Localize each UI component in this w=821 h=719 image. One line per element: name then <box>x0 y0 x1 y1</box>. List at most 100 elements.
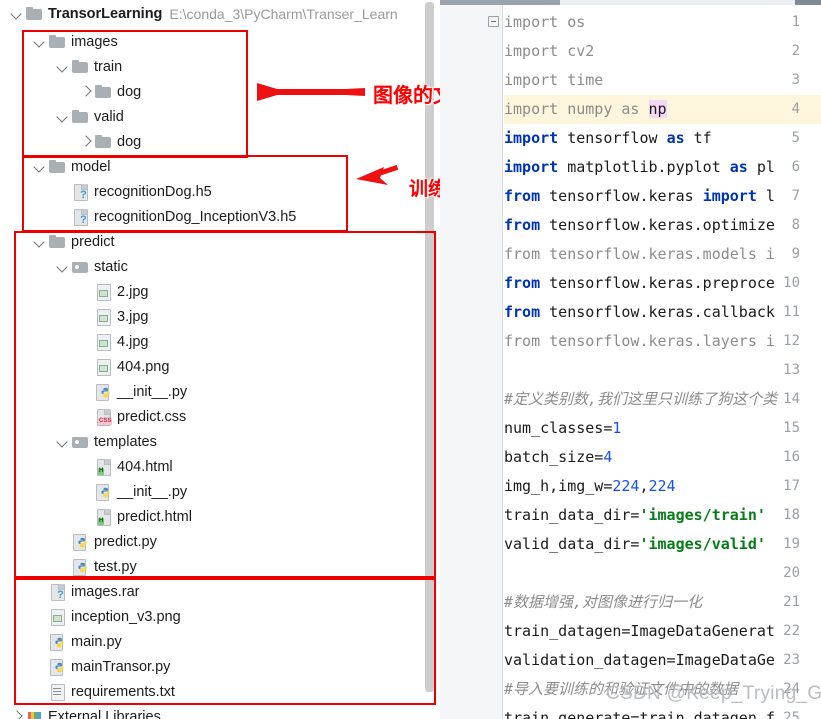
editor-code-line[interactable]: train_data_dir='images/train' <box>504 501 766 530</box>
tree-row[interactable]: static <box>0 254 128 279</box>
arrow-model-location <box>356 165 399 185</box>
tree-row[interactable]: images <box>0 29 118 54</box>
editor-code-line[interactable]: num_classes=1 <box>504 414 621 443</box>
chevron-right-icon[interactable] <box>10 710 23 719</box>
tree-item-label: 4.jpg <box>117 333 149 350</box>
chevron-down-icon[interactable] <box>10 7 23 20</box>
code-token: tensorflow.keras.optimize <box>540 216 775 234</box>
tree-row[interactable]: 4.jpg <box>0 329 148 354</box>
tree-row[interactable]: ? recognitionDog_InceptionV3.h5 <box>0 204 296 229</box>
code-fold-icon[interactable] <box>487 8 500 37</box>
editor-code-line[interactable]: validation_datagen=ImageDataGe <box>504 646 775 675</box>
tree-row[interactable]: External Libraries <box>0 704 161 719</box>
chevron-down-icon[interactable] <box>56 260 69 273</box>
code-token: 1 <box>612 419 622 437</box>
editor-code-line[interactable]: import time <box>504 66 603 95</box>
chevron-right-icon[interactable] <box>79 85 92 98</box>
code-token: #数据增强,对图像进行归一化 <box>504 593 703 611</box>
chevron-down-icon[interactable] <box>56 435 69 448</box>
html-file-icon: H <box>95 458 112 476</box>
code-token: as <box>621 100 649 118</box>
code-token: from <box>504 332 541 350</box>
code-token: np <box>648 100 667 118</box>
tree-row[interactable]: predict.py <box>0 529 157 554</box>
code-token: 224 <box>648 477 676 495</box>
tree-row[interactable]: main.py <box>0 629 122 654</box>
tree-row[interactable]: model <box>0 154 111 179</box>
tree-row[interactable]: dog <box>0 79 141 104</box>
code-token: import <box>504 42 568 60</box>
tree-item-label: images.rar <box>71 583 140 600</box>
folder-icon <box>49 158 66 175</box>
code-editor-pane[interactable]: 1 import os 2 import cv2 3 import time 4 import… <box>440 0 821 719</box>
editor-code-line[interactable]: from tensorflow.keras.layers i <box>504 327 775 356</box>
code-token: batch_size= <box>504 448 604 466</box>
editor-code-line[interactable]: from tensorflow.keras.callback <box>504 298 775 327</box>
code-token: as <box>729 158 748 176</box>
tree-row[interactable]: ? images.rar <box>0 579 140 604</box>
tree-row[interactable]: templates <box>0 429 157 454</box>
editor-code-line[interactable]: import matplotlib.pyplot as pl <box>504 153 775 182</box>
tree-item-label: model <box>71 158 111 175</box>
editor-code-line[interactable]: import numpy as np <box>504 95 667 124</box>
tree-row[interactable]: test.py <box>0 554 137 579</box>
editor-code-line[interactable]: from tensorflow.keras.optimize <box>504 211 775 240</box>
editor-code-line[interactable]: from tensorflow.keras import l <box>504 182 775 211</box>
tree-row[interactable]: inception_v3.png <box>0 604 181 629</box>
tree-row[interactable]: valid <box>0 104 124 129</box>
tree-item-label: predict.html <box>117 508 192 525</box>
tree-item-label: templates <box>94 433 157 450</box>
unknown-file-icon: ? <box>72 183 89 201</box>
tree-row[interactable]: predict <box>0 229 115 254</box>
code-token: time <box>567 71 604 89</box>
csdn-watermark: CSDN @Keep_Trying_Go <box>606 683 821 704</box>
editor-code-line[interactable]: train_generate=train_datagen.f <box>504 704 775 719</box>
tree-row[interactable]: ? recognitionDog.h5 <box>0 179 212 204</box>
tree-row[interactable]: train <box>0 54 122 79</box>
image-file-icon <box>95 333 112 351</box>
tree-row[interactable]: CSS predict.css <box>0 404 186 429</box>
tree-row[interactable]: 404.png <box>0 354 169 379</box>
editor-code-line[interactable]: #数据增强,对图像进行归一化 <box>504 588 702 617</box>
tree-row[interactable]: __init__.py <box>0 479 187 504</box>
editor-code-line[interactable]: valid_data_dir='images/valid' <box>504 530 766 559</box>
tree-row[interactable]: 2.jpg <box>0 279 148 304</box>
code-token: as <box>666 129 685 147</box>
tree-item-label: mainTransor.py <box>71 658 171 675</box>
tree-row[interactable]: dog <box>0 129 141 154</box>
tree-row[interactable]: requirements.txt <box>0 679 175 704</box>
chevron-down-icon[interactable] <box>33 235 46 248</box>
chevron-down-icon[interactable] <box>33 160 46 173</box>
tree-row[interactable]: Hpredict.html <box>0 504 192 529</box>
folder-icon <box>72 108 89 125</box>
chevron-right-icon[interactable] <box>79 135 92 148</box>
chevron-down-icon[interactable] <box>56 60 69 73</box>
tree-row-root[interactable]: TransorLearning E:\conda_3\PyCharm\Trans… <box>0 0 440 27</box>
tree-row[interactable]: 3.jpg <box>0 304 148 329</box>
tree-item-label: predict <box>71 233 115 250</box>
code-token: tensorflow.keras.layers i <box>540 332 775 350</box>
tree-row[interactable]: H 404.html <box>0 454 173 479</box>
editor-code-line[interactable]: #定义类别数,我们这里只训练了狗这个类 <box>504 385 777 414</box>
editor-code-line[interactable]: import cv2 <box>504 37 594 66</box>
tree-row[interactable]: mainTransor.py <box>0 654 170 679</box>
editor-tab-extra[interactable] <box>795 0 821 5</box>
chevron-down-icon[interactable] <box>33 35 46 48</box>
folder-icon <box>72 58 89 75</box>
folder-icon <box>26 5 43 22</box>
editor-code-line[interactable]: from tensorflow.keras.preproce <box>504 269 775 298</box>
code-token: tensorflow.keras <box>540 187 703 205</box>
editor-line-number: 21 <box>783 594 800 610</box>
editor-code-line[interactable]: batch_size=4 <box>504 443 612 472</box>
tree-row[interactable]: __init__.py <box>0 379 187 404</box>
editor-code-line[interactable]: img_h,img_w=224,224 <box>504 472 676 501</box>
chevron-down-icon[interactable] <box>56 110 69 123</box>
code-token: tf <box>684 129 712 147</box>
editor-code-line[interactable]: train_datagen=ImageDataGenerat <box>504 617 775 646</box>
editor-code-line[interactable]: import os <box>504 8 585 37</box>
editor-gutter[interactable] <box>440 5 503 719</box>
editor-code-line[interactable]: from tensorflow.keras.models i <box>504 240 775 269</box>
editor-code-line[interactable]: import tensorflow as tf <box>504 124 712 153</box>
resource-folder-icon <box>72 433 89 450</box>
